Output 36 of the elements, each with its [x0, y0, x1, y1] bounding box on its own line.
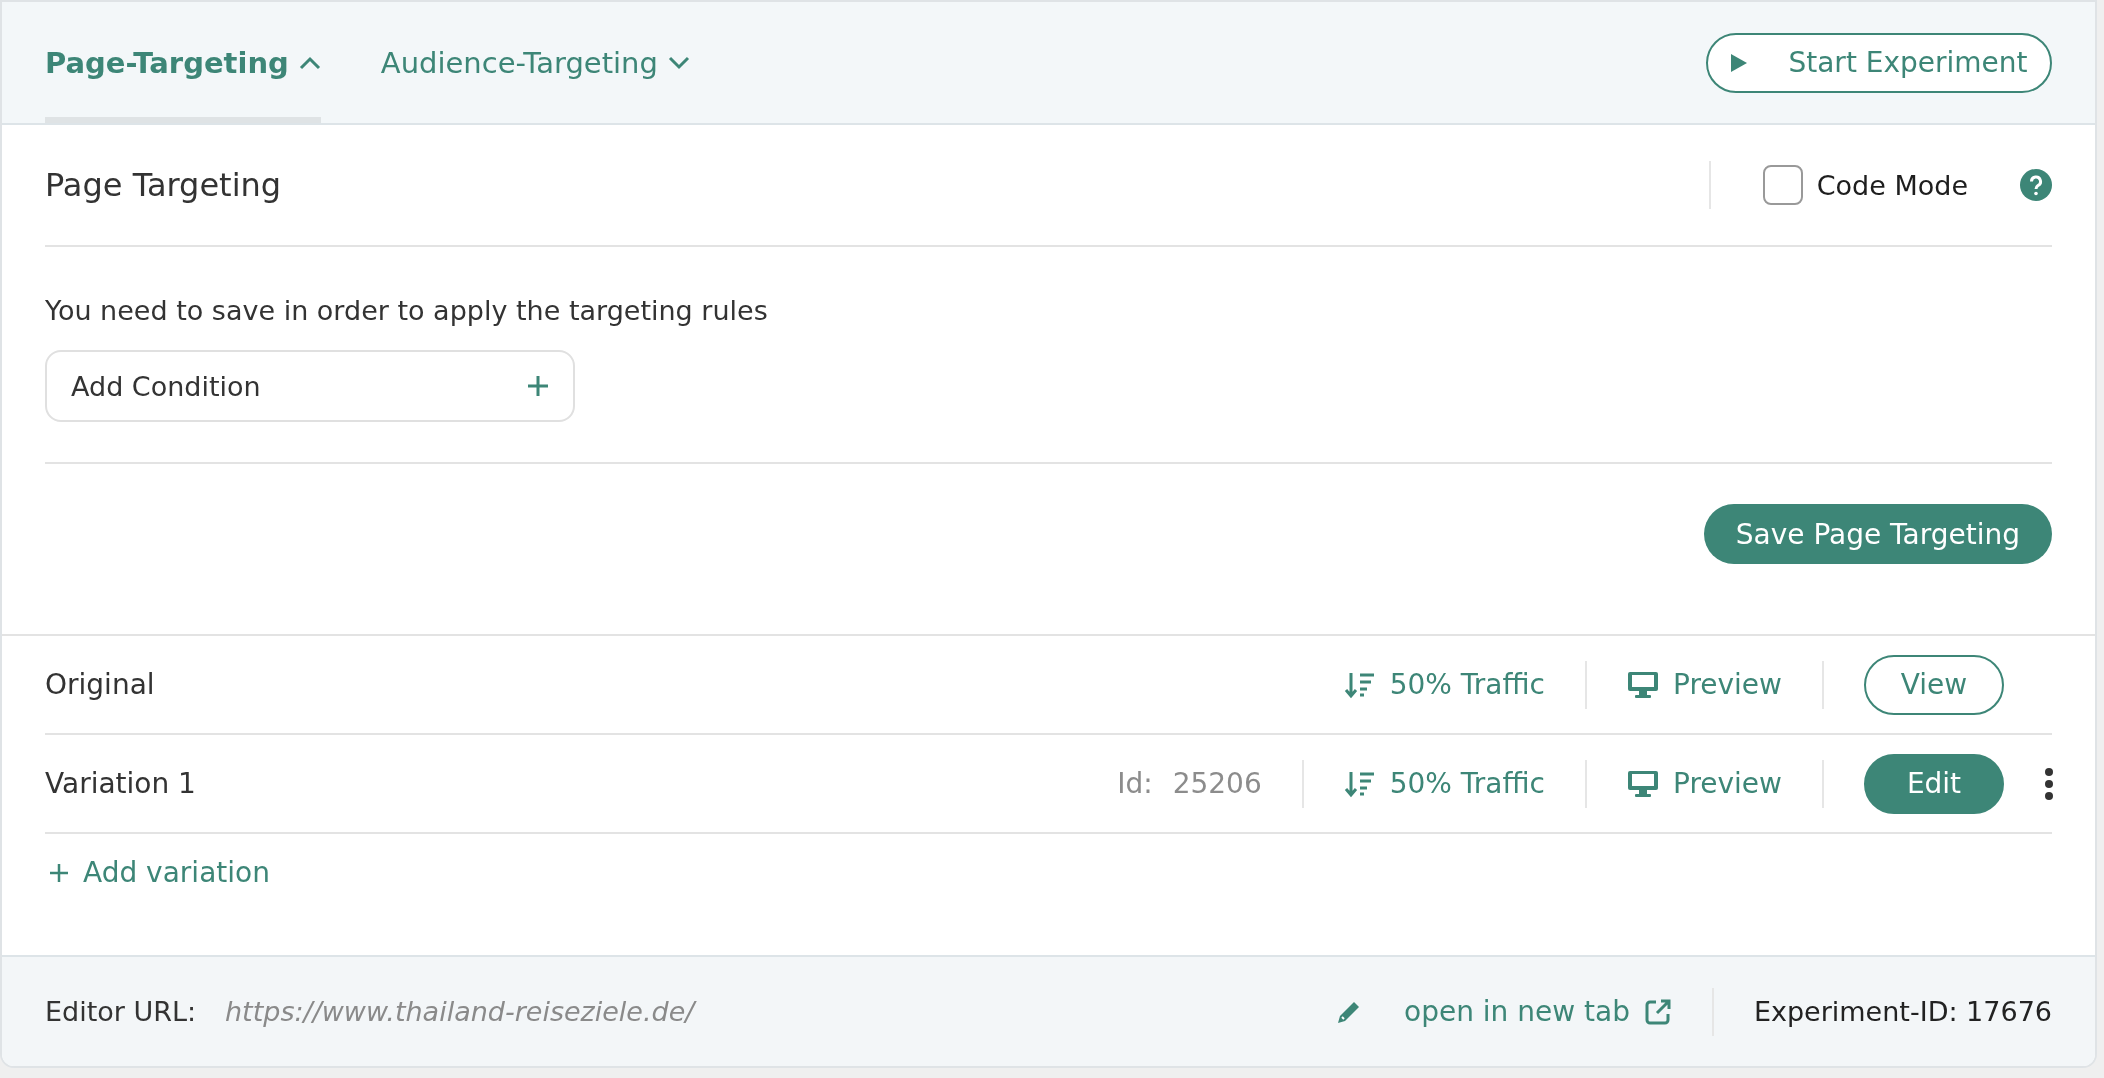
variation-name: Original: [45, 668, 156, 701]
add-variation-button[interactable]: Add variation: [45, 856, 274, 889]
play-icon: [1730, 52, 1749, 73]
help-icon[interactable]: [2020, 169, 2052, 201]
chevron-up-icon: [298, 55, 321, 70]
chevron-down-icon: [667, 55, 690, 70]
tab[interactable]: Page-Targeting: [45, 2, 321, 123]
save-button[interactable]: Save Page Targeting: [1703, 504, 2052, 564]
monitor-icon: [1627, 670, 1659, 699]
experiment-id: Experiment-ID: 17676: [1752, 996, 2052, 1027]
view-button[interactable]: View: [1864, 654, 2004, 715]
tab[interactable]: Audience-Targeting: [380, 2, 690, 123]
preview-button[interactable]: Preview: [1627, 668, 1782, 701]
section-title: Page Targeting: [45, 166, 283, 204]
plus-icon: [527, 375, 549, 397]
id-value: 25206: [1172, 767, 1262, 800]
id-label: Id:: [1117, 767, 1153, 800]
editor-url-label: Editor URL:: [45, 996, 198, 1027]
monitor-icon: [1627, 769, 1659, 798]
checkbox[interactable]: [1762, 165, 1803, 205]
plus-icon: [49, 862, 69, 883]
traffic-button[interactable]: 50% Traffic: [1343, 668, 1545, 701]
add-condition-button[interactable]: Add Condition: [45, 350, 575, 422]
edit-button[interactable]: Edit: [1864, 753, 2004, 814]
traffic-button[interactable]: 50% Traffic: [1343, 767, 1545, 800]
preview-button[interactable]: Preview: [1627, 767, 1782, 800]
more-options-icon[interactable]: [2044, 766, 2054, 801]
sort-icon: [1343, 670, 1376, 699]
info-message: You need to save in order to apply the targeting rules: [45, 295, 769, 326]
variation-name: Variation 1: [45, 767, 197, 800]
open-in-new-tab-link[interactable]: open in new tab: [1404, 995, 1712, 1028]
start-experiment-button[interactable]: Start Experiment: [1706, 32, 2052, 93]
checkbox-label: Code Mode: [1816, 169, 1968, 201]
sort-icon: [1343, 769, 1376, 798]
external-link-icon: [1643, 997, 1672, 1026]
editor-url: https://www.thailand-reiseziele.de/: [225, 996, 698, 1027]
